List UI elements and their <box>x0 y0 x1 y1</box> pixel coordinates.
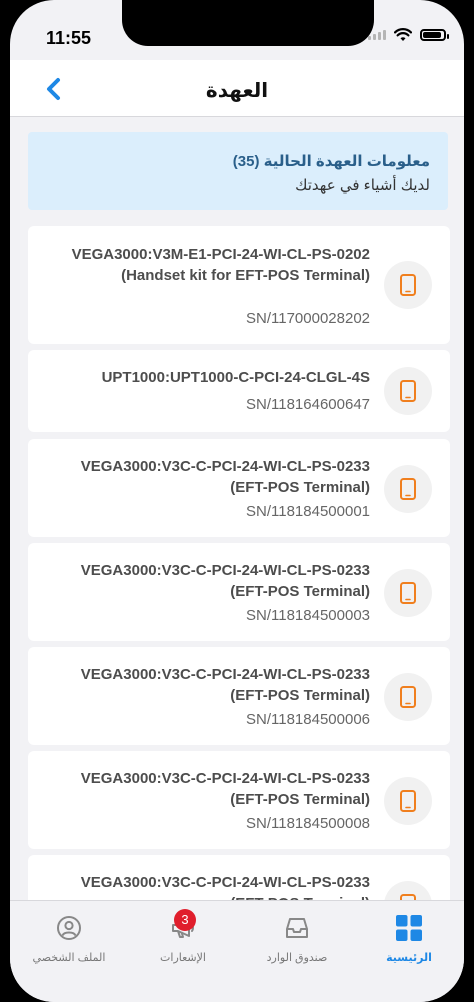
inbox-icon <box>242 913 352 943</box>
notch <box>122 0 374 46</box>
status-time: 11:55 <box>46 28 92 48</box>
tab-home-label: الرئيسية <box>386 952 432 964</box>
custody-item-sn: SN/118164600647 <box>246 396 370 413</box>
page-title: العهدة <box>205 80 269 102</box>
tab-profile-label: الملف الشخصي <box>32 952 106 964</box>
custody-item[interactable]: VEGA3000:V3C-C-PCI-24-WI-CL-PS-0233 (EFT… <box>28 439 450 537</box>
custody-item-name: UPT1000:UPT1000-C-PCI-24-CLGL-4S <box>101 369 370 386</box>
custody-item[interactable]: VEGA3000:V3C-C-PCI-24-WI-CL-PS-0233 (EFT… <box>28 751 450 849</box>
custody-item[interactable]: VEGA3000:V3C-C-PCI-24-WI-CL-PS-0233 (EFT… <box>28 647 450 745</box>
custody-info-banner: معلومات العهدة الحالية (35) لديك أشياء ف… <box>28 132 448 210</box>
custody-item[interactable]: VEGA3000:V3M-E1-PCI-24-WI-CL-PS-0202 (Ha… <box>28 226 450 344</box>
custody-item-sn: SN/118184500003 <box>246 607 370 624</box>
phone-screen: 11:55 العهدة معلومات العهدة الحالية (35)… <box>10 0 464 1002</box>
tab-inbox[interactable]: صندوق الوارد <box>242 913 352 964</box>
custody-item-sn: SN/118184500008 <box>246 815 370 832</box>
tab-home[interactable]: الرئيسية <box>354 913 464 964</box>
signal-icon <box>368 30 386 40</box>
tab-notifications-label: الإشعارات <box>160 952 206 964</box>
tab-profile[interactable]: الملف الشخصي <box>14 913 124 964</box>
nav-bar: العهدة <box>10 60 464 117</box>
profile-icon <box>14 913 124 943</box>
custody-item-name: VEGA3000:V3C-C-PCI-24-WI-CL-PS-0233 (EFT… <box>80 458 370 496</box>
custody-item-name: VEGA3000:V3C-C-PCI-24-WI-CL-PS-0233 (EFT… <box>80 770 370 808</box>
wifi-icon <box>394 28 412 41</box>
tab-bar: الملف الشخصي 3 الإشعارات صندوق الوارد ال… <box>10 900 464 1002</box>
device-icon <box>384 465 432 513</box>
tab-notifications[interactable]: 3 الإشعارات <box>128 909 238 964</box>
custody-item-name: VEGA3000:V3C-C-PCI-24-WI-CL-PS-0233 (EFT… <box>80 666 370 704</box>
device-icon <box>384 367 432 415</box>
notification-badge: 3 <box>174 909 196 931</box>
tab-inbox-label: صندوق الوارد <box>266 952 328 964</box>
device-icon <box>384 777 432 825</box>
device-icon <box>384 673 432 721</box>
custody-info-subtitle: لديك أشياء في عهدتك <box>295 177 430 194</box>
grid-icon <box>354 913 464 943</box>
custody-item-sn: SN/118184500006 <box>246 711 370 728</box>
custody-item-sn: SN/117000028202 <box>246 310 370 327</box>
megaphone-icon: 3 <box>128 909 238 943</box>
custody-item-sn: SN/118184500001 <box>246 503 370 520</box>
battery-icon <box>420 29 449 41</box>
custody-item-name: VEGA3000:V3M-E1-PCI-24-WI-CL-PS-0202 (Ha… <box>71 246 370 284</box>
custody-item[interactable]: VEGA3000:V3C-C-PCI-24-WI-CL-PS-0233 (EFT… <box>28 543 450 641</box>
custody-item[interactable]: UPT1000:UPT1000-C-PCI-24-CLGL-4S SN/1181… <box>28 350 450 432</box>
custody-info-title: معلومات العهدة الحالية (35) <box>232 153 430 170</box>
custody-item-name: VEGA3000:V3C-C-PCI-24-WI-CL-PS-0233 (EFT… <box>80 562 370 600</box>
device-icon <box>384 569 432 617</box>
device-icon <box>384 261 432 309</box>
status-icons <box>368 28 449 42</box>
